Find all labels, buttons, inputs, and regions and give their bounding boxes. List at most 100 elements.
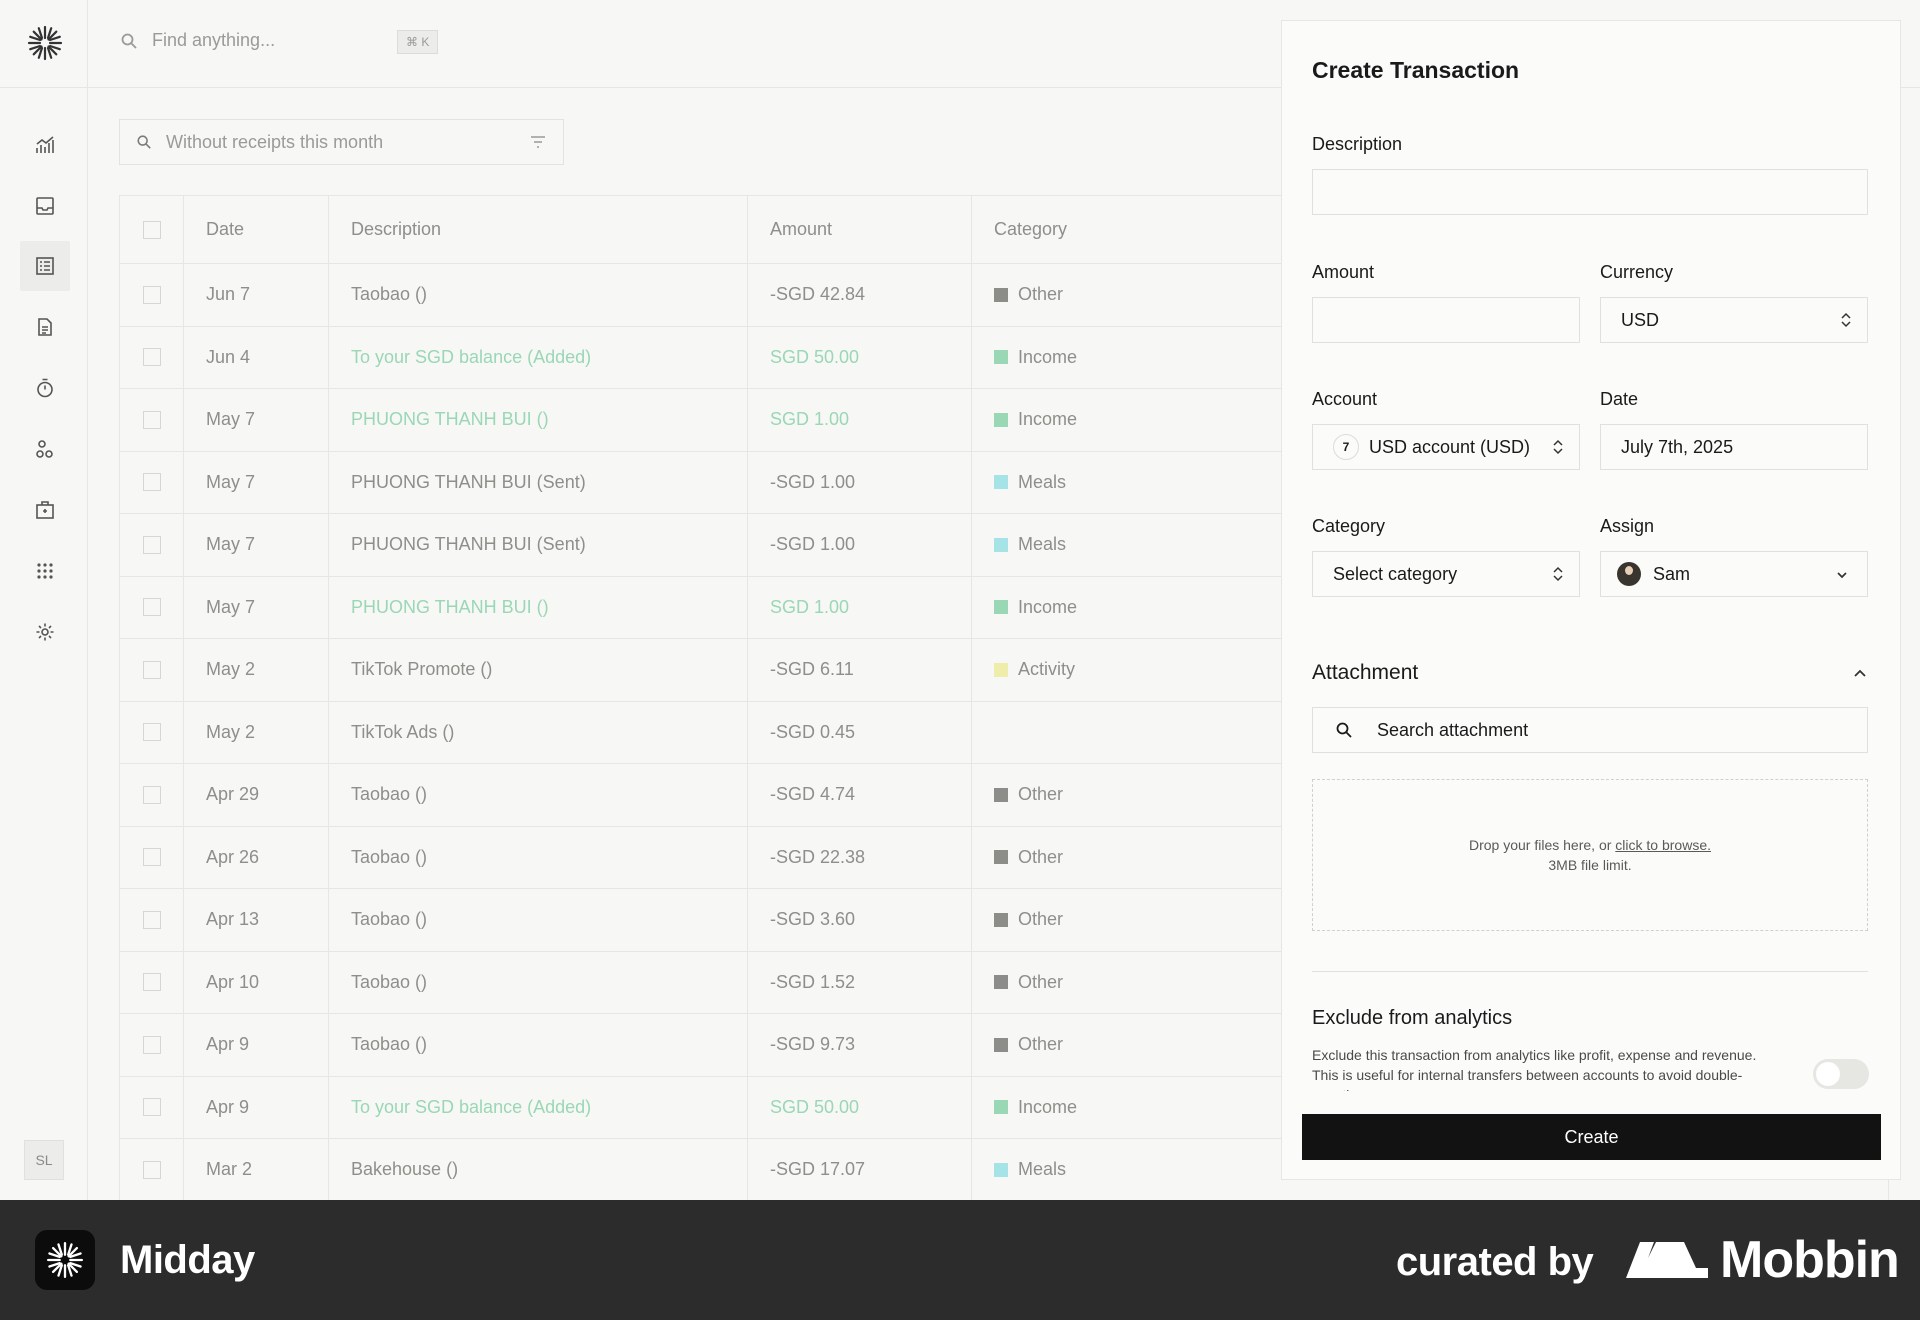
category-label: Meals (1018, 534, 1067, 555)
search-placeholder: Find anything... (152, 30, 276, 50)
category-label: Other (1018, 784, 1064, 805)
row-checkbox[interactable] (142, 1160, 161, 1179)
row-description: TikTok Promote () (329, 639, 748, 701)
category-swatch (994, 975, 1008, 990)
nav-transactions[interactable] (20, 241, 70, 291)
row-checkbox[interactable] (142, 1098, 161, 1117)
midday-logo-icon[interactable] (26, 24, 64, 62)
user-avatar[interactable]: SL (24, 1140, 64, 1180)
assign-select[interactable]: Sam (1600, 551, 1868, 597)
list-icon (36, 257, 54, 275)
gear-icon (36, 623, 54, 641)
category-label: Income (1018, 596, 1078, 617)
row-description: To your SGD balance (Added) (329, 326, 748, 388)
date-input[interactable]: July 7th, 2025 (1600, 424, 1868, 470)
row-checkbox[interactable] (142, 973, 161, 992)
row-date: Jun 4 (184, 326, 329, 388)
currency-label: Currency (1600, 262, 1674, 282)
category-swatch (994, 537, 1008, 552)
nav-customers[interactable] (20, 424, 70, 474)
currency-select[interactable]: USD (1600, 297, 1868, 343)
category-swatch (994, 1037, 1008, 1052)
search-icon (1336, 722, 1352, 738)
category-label: Other (1018, 284, 1064, 305)
browse-link[interactable]: click to browse. (1615, 837, 1711, 853)
row-checkbox[interactable] (142, 1035, 161, 1054)
chevron-up-icon[interactable] (1852, 666, 1868, 682)
timer-icon (37, 378, 53, 398)
row-checkbox[interactable] (142, 410, 161, 429)
transactions-filter[interactable]: Without receipts this month (119, 119, 564, 165)
header-date[interactable]: Date (184, 196, 329, 263)
global-search[interactable]: Find anything... (120, 30, 275, 51)
nav-tracker[interactable] (20, 363, 70, 413)
select-all-checkbox[interactable] (142, 220, 161, 239)
row-amount: -SGD 1.52 (748, 951, 972, 1013)
date-label: Date (1600, 389, 1639, 409)
row-amount: -SGD 17.07 (748, 1139, 972, 1201)
category-swatch (994, 475, 1008, 490)
file-dropzone[interactable]: Drop your files here, or click to browse… (1312, 779, 1868, 931)
row-checkbox[interactable] (142, 535, 161, 554)
row-description: To your SGD balance (Added) (329, 1076, 748, 1138)
row-description: PHUONG THANH BUI (Sent) (329, 514, 748, 576)
row-amount: SGD 1.00 (748, 389, 972, 451)
row-amount: -SGD 1.00 (748, 514, 972, 576)
attachment-search-input[interactable]: Search attachment (1312, 707, 1868, 753)
row-amount: SGD 50.00 (748, 326, 972, 388)
header-amount[interactable]: Amount (748, 196, 972, 263)
row-description: Taobao () (329, 1014, 748, 1076)
row-amount: -SGD 6.11 (748, 639, 972, 701)
briefcase-icon (36, 501, 54, 519)
create-button[interactable]: Create (1302, 1114, 1881, 1160)
row-checkbox[interactable] (142, 848, 161, 867)
row-date: May 2 (184, 701, 329, 763)
description-input[interactable] (1312, 169, 1868, 215)
category-swatch (994, 912, 1008, 927)
row-checkbox[interactable] (142, 723, 161, 742)
nav-settings[interactable] (20, 607, 70, 657)
row-amount: -SGD 0.45 (748, 701, 972, 763)
category-label: Income (1018, 346, 1078, 367)
row-date: Mar 2 (184, 1139, 329, 1201)
category-select[interactable]: Select category (1312, 551, 1580, 597)
users-icon (36, 440, 53, 458)
row-checkbox[interactable] (142, 785, 161, 804)
row-date: May 7 (184, 514, 329, 576)
row-checkbox[interactable] (142, 285, 161, 304)
drop-text: Drop your files here, or (1469, 837, 1616, 853)
row-checkbox[interactable] (142, 473, 161, 492)
grid-icon (37, 563, 53, 579)
assignee-avatar (1617, 562, 1641, 586)
brand-name: Mobbin (1720, 1231, 1900, 1289)
create-transaction-panel: Create Transaction Description Amount Cu… (1281, 20, 1901, 1180)
row-checkbox[interactable] (142, 660, 161, 679)
amount-input[interactable] (1312, 297, 1580, 343)
row-checkbox[interactable] (142, 910, 161, 929)
assign-label: Assign (1600, 516, 1655, 536)
category-swatch (994, 1162, 1008, 1177)
nav-vault[interactable] (20, 485, 70, 535)
document-icon (38, 318, 52, 336)
row-date: Apr 9 (184, 1076, 329, 1138)
nav-apps[interactable] (20, 546, 70, 596)
account-label: Account (1312, 389, 1378, 409)
sidebar: SL (0, 0, 88, 1200)
row-checkbox[interactable] (142, 348, 161, 367)
row-checkbox[interactable] (142, 598, 161, 617)
search-icon (137, 135, 151, 149)
category-label: Meals (1018, 471, 1067, 492)
nav-invoices[interactable] (20, 302, 70, 352)
category-swatch (994, 662, 1008, 677)
nav-overview[interactable] (20, 120, 70, 170)
chevron-up-down-icon (1841, 312, 1851, 328)
account-select[interactable]: 7 USD account (USD) (1312, 424, 1580, 470)
drop-limit: 3MB file limit. (1548, 857, 1632, 873)
exclude-toggle[interactable] (1813, 1059, 1869, 1089)
category-label: Meals (1018, 1159, 1067, 1180)
header-description[interactable]: Description (329, 196, 748, 263)
nav-inbox[interactable] (20, 181, 70, 231)
chevron-up-down-icon (1553, 566, 1563, 582)
filter-icon[interactable] (529, 133, 547, 151)
row-date: Apr 10 (184, 951, 329, 1013)
